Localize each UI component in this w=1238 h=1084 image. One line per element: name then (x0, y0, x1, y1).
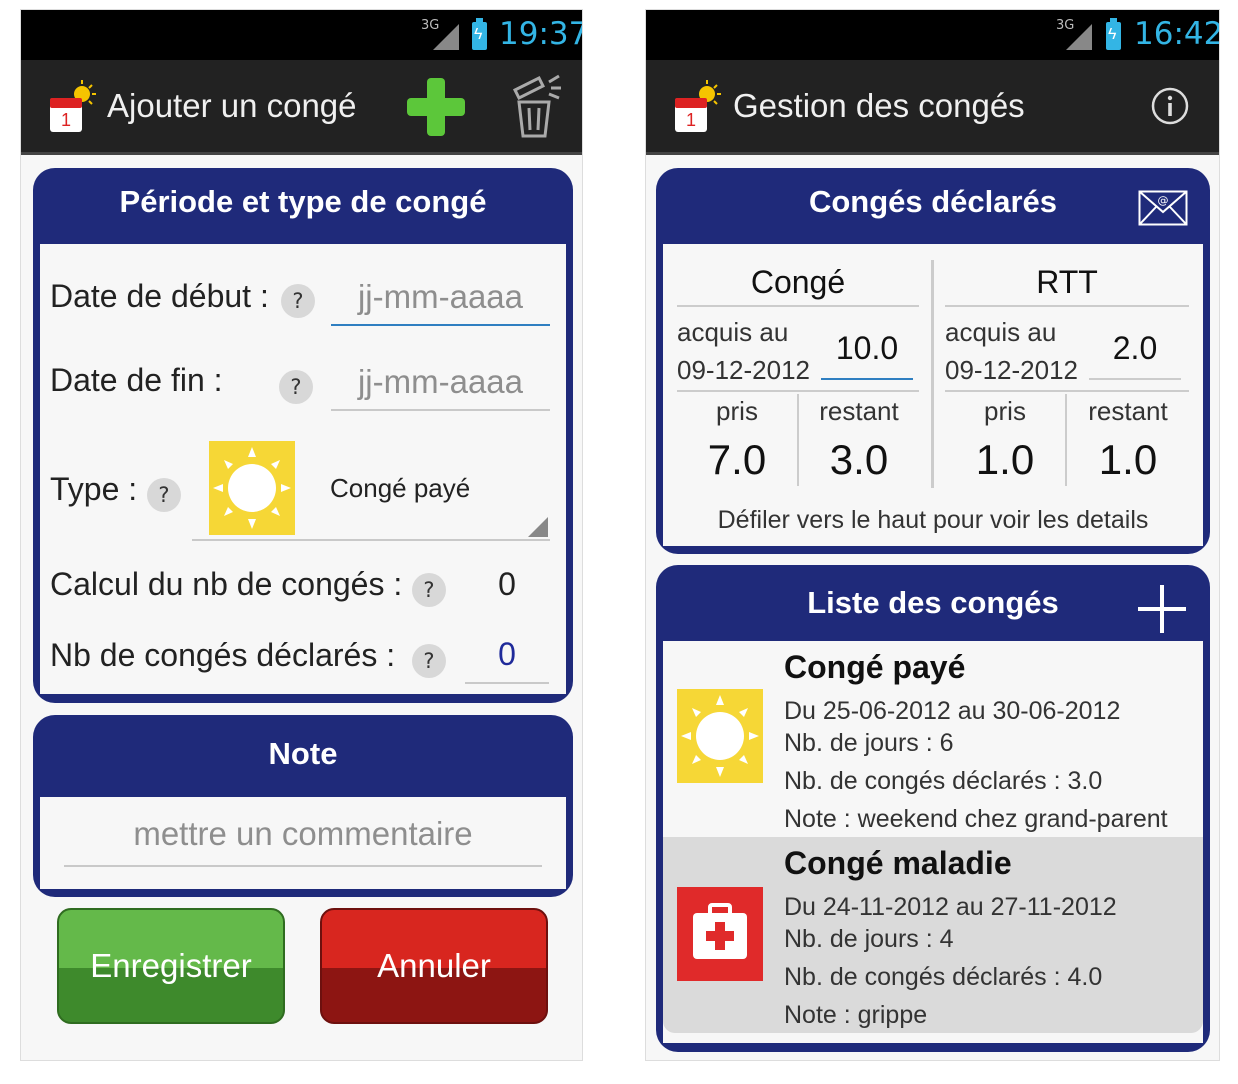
end-date-input[interactable]: jj-mm-aaaa (331, 359, 550, 411)
leave-days: Nb. de jours : 4 (784, 925, 954, 953)
note-card-title: Note (268, 736, 338, 771)
period-card: Période et type de congé Date de début :… (33, 168, 573, 703)
period-card-title: Période et type de congé (119, 184, 487, 219)
divider (677, 390, 919, 392)
action-bar: 1 Ajouter un congé (21, 60, 582, 155)
conge-remaining-value: 3.0 (829, 436, 889, 483)
status-bar: 3G ϟ 19:37 (21, 10, 582, 60)
end-date-help[interactable]: ? (279, 370, 313, 404)
action-bar: 1 Gestion des congés (646, 60, 1219, 155)
rtt-header: RTT (945, 264, 1189, 307)
leave-declared: Nb. de congés déclarés : 3.0 (784, 767, 1103, 795)
leave-dates: Du 24-11-2012 au 27-11-2012 (784, 893, 1117, 921)
spinner-corner-icon (528, 517, 548, 537)
battery-icon: ϟ (472, 18, 487, 50)
leave-list-item-selected[interactable]: Congé maladie Du 24-11-2012 au 27-11-201… (663, 837, 1203, 1033)
rtt-remaining-label: restant (1088, 396, 1168, 426)
first-aid-icon (677, 887, 763, 981)
scroll-hint: Défiler vers le haut pour voir les detai… (717, 506, 1149, 534)
info-icon[interactable] (1150, 86, 1190, 126)
rtt-acquired-label: acquis au (945, 317, 1057, 347)
svg-text:1: 1 (61, 110, 71, 130)
signal-icon (1066, 24, 1092, 50)
screen-title: Ajouter un congé (107, 87, 357, 124)
note-card: Note mettre un commentaire (33, 715, 573, 897)
end-date-label: Date de fin : (50, 362, 223, 398)
leave-title: Congé payé (784, 649, 966, 685)
declared-input[interactable]: 0 (465, 636, 549, 684)
status-time: 19:37 (499, 16, 583, 52)
conge-acquired-input[interactable]: 10.0 (821, 330, 913, 380)
cancel-button[interactable]: Annuler (320, 908, 548, 1024)
rtt-acquired-date: 09-12-2012 (945, 355, 1078, 385)
leave-list-title: Liste des congés (807, 585, 1059, 620)
status-time: 16:42 (1134, 16, 1220, 52)
divider (945, 390, 1189, 392)
declared-help[interactable]: ? (412, 644, 446, 678)
battery-icon: ϟ (1106, 18, 1121, 50)
add-leave-screen: 3G ϟ 19:37 1 Ajouter un congé Période et… (20, 9, 583, 1061)
start-date-input[interactable]: jj-mm-aaaa (331, 274, 550, 326)
leave-days: Nb. de jours : 6 (784, 729, 954, 757)
conge-taken-label: pris (716, 396, 758, 426)
plus-icon[interactable] (405, 76, 467, 138)
save-button[interactable]: Enregistrer (57, 908, 285, 1024)
start-date-label: Date de début : (50, 278, 269, 314)
sun-icon (677, 689, 763, 783)
rtt-remaining-value: 1.0 (1098, 436, 1158, 483)
type-value: Congé payé (330, 473, 471, 503)
calc-value: 0 (498, 566, 516, 602)
type-help[interactable]: ? (147, 478, 181, 512)
leave-management-screen: 3G ϟ 16:42 1 Gestion des congés Congés d… (645, 9, 1220, 1061)
rtt-taken-label: pris (984, 396, 1026, 426)
status-bar: 3G ϟ 16:42 (646, 10, 1219, 60)
leave-list-card: Liste des congés Congé payé Du 25-06-201… (656, 565, 1210, 1052)
signal-icon (433, 24, 459, 50)
conge-acquired-label: acquis au (677, 317, 789, 347)
leave-title: Congé maladie (784, 845, 1012, 881)
type-spinner[interactable]: Congé payé (192, 439, 550, 541)
calc-label: Calcul du nb de congés : (50, 566, 403, 602)
leave-declared: Nb. de congés déclarés : 4.0 (784, 963, 1103, 991)
leave-note: Note : grippe (784, 1001, 928, 1029)
leave-dates: Du 25-06-2012 au 30-06-2012 (784, 697, 1121, 725)
conge-header: Congé (677, 264, 919, 307)
conge-taken-value: 7.0 (707, 436, 767, 483)
screen-title: Gestion des congés (733, 87, 1025, 124)
svg-text:1: 1 (686, 110, 696, 130)
leave-note: Note : weekend chez grand-parent (784, 805, 1168, 833)
calendar-sun-icon: 1 (675, 80, 721, 132)
calendar-sun-icon: 1 (50, 80, 96, 132)
svg-text:@: @ (1158, 194, 1169, 207)
calc-help[interactable]: ? (412, 573, 446, 607)
rtt-taken-value: 1.0 (975, 436, 1035, 483)
declared-label: Nb de congés déclarés : (50, 637, 396, 673)
trash-icon[interactable] (509, 74, 563, 140)
leave-list-item[interactable]: Congé payé Du 25-06-2012 au 30-06-2012 N… (663, 641, 1203, 835)
conge-remaining-label: restant (819, 396, 899, 426)
type-label: Type : (50, 471, 138, 507)
summary-card: Congés déclarés @ Congé acquis au 09-12-… (656, 168, 1210, 554)
summary-card-title: Congés déclarés (808, 184, 1058, 219)
start-date-help[interactable]: ? (281, 284, 315, 318)
sun-icon (209, 441, 295, 535)
email-icon[interactable]: @ (1138, 190, 1188, 226)
rtt-acquired-input[interactable]: 2.0 (1089, 330, 1181, 380)
add-leave-icon[interactable] (1136, 583, 1188, 635)
note-input[interactable]: mettre un commentaire (64, 809, 542, 867)
conge-acquired-date: 09-12-2012 (677, 355, 810, 385)
column-divider (931, 260, 934, 488)
